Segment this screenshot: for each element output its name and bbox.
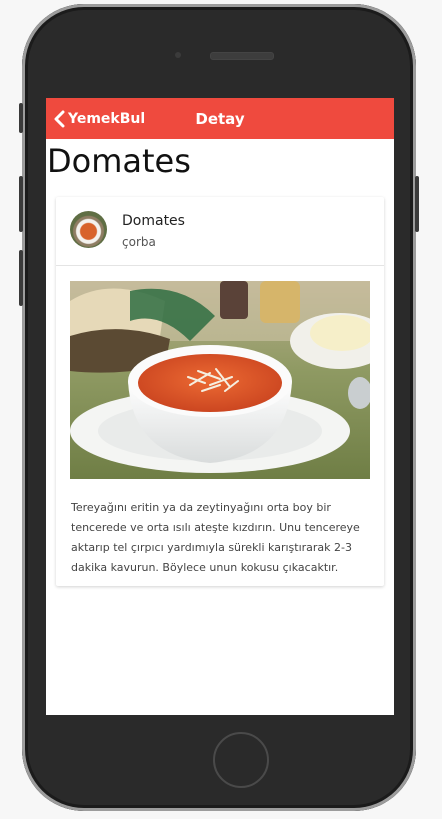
recipe-description: Tereyağını eritin ya da zeytinyağını ort… bbox=[71, 501, 360, 574]
home-button[interactable] bbox=[213, 732, 269, 788]
recipe-card: Domates çorba Tereyağını eritin ya da ze… bbox=[56, 197, 384, 586]
volume-down-button bbox=[19, 250, 23, 306]
navigation-bar: YemekBul Detay bbox=[46, 98, 394, 139]
card-subtitle: çorba bbox=[122, 235, 156, 249]
app-screen: YemekBul Detay Domates Domates çorba Ter… bbox=[46, 98, 394, 715]
avatar bbox=[70, 211, 107, 248]
page-title: Domates bbox=[47, 142, 191, 180]
earpiece-speaker bbox=[210, 52, 274, 60]
mute-switch bbox=[19, 103, 23, 133]
volume-up-button bbox=[19, 176, 23, 232]
nav-title: Detay bbox=[195, 110, 245, 128]
card-title: Domates bbox=[122, 213, 185, 229]
recipe-photo bbox=[70, 281, 370, 479]
front-camera bbox=[175, 52, 181, 58]
power-button bbox=[415, 176, 419, 232]
card-header: Domates çorba bbox=[56, 197, 384, 266]
